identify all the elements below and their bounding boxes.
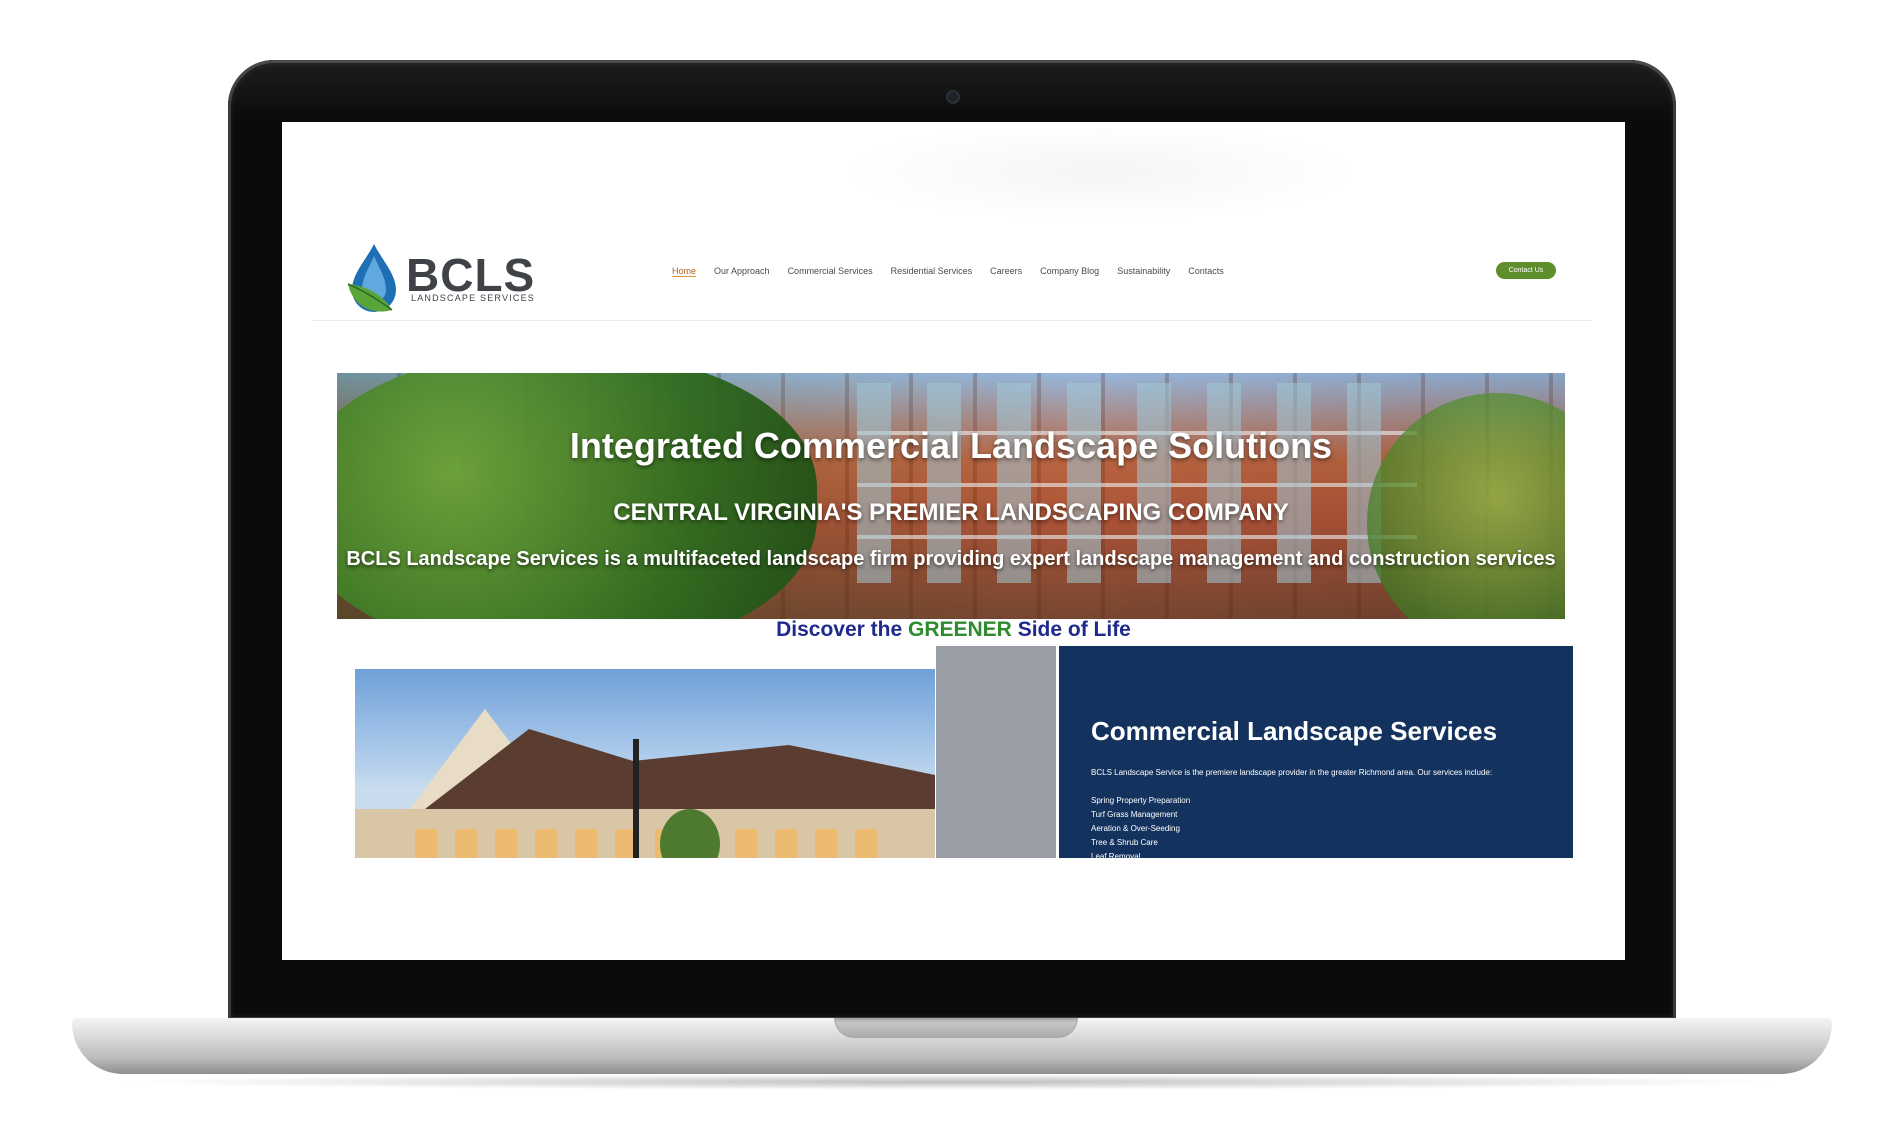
main-nav: Home Our Approach Commercial Services Re…	[672, 266, 1224, 277]
services-title: Commercial Landscape Services	[1091, 716, 1498, 746]
list-item: Aeration & Over-Seeding	[1091, 824, 1180, 833]
list-item: Turf Grass Management	[1091, 810, 1178, 819]
logo-tagline: LANDSCAPE SERVICES	[411, 293, 535, 303]
commercial-services-panel: Commercial Landscape Services BCLS Lands…	[1059, 646, 1573, 870]
screen-bottom-blank	[282, 858, 1625, 960]
screen-glare	[842, 122, 1362, 222]
laptop-notch	[834, 1018, 1078, 1038]
nav-item-contacts[interactable]: Contacts	[1188, 266, 1224, 277]
nav-item-home[interactable]: Home	[672, 266, 697, 277]
grey-accent-panel	[936, 646, 1056, 870]
nav-item-residential-services[interactable]: Residential Services	[891, 266, 973, 277]
services-intro: BCLS Landscape Service is the premiere l…	[1091, 768, 1493, 777]
camera-icon	[948, 92, 958, 102]
hero-banner: Integrated Commercial Landscape Solution…	[337, 373, 1565, 619]
tagline: Discover the GREENER Side of Life	[282, 618, 1625, 642]
list-item: Spring Property Preparation	[1091, 796, 1191, 805]
nav-item-our-approach[interactable]: Our Approach	[714, 266, 770, 277]
nav-item-commercial-services[interactable]: Commercial Services	[788, 266, 873, 277]
nav-item-careers[interactable]: Careers	[990, 266, 1022, 277]
tagline-highlight: GREENER	[908, 618, 1012, 641]
hero-subtitle: CENTRAL VIRGINIA'S PREMIER LANDSCAPING C…	[613, 499, 1289, 526]
nav-item-company-blog[interactable]: Company Blog	[1040, 266, 1099, 277]
laptop-shadow	[110, 1074, 1790, 1090]
list-item: Tree & Shrub Care	[1091, 838, 1158, 847]
house-photo	[355, 669, 935, 869]
header-divider	[312, 320, 1592, 321]
tagline-after: Side of Life	[1011, 618, 1131, 641]
nav-item-sustainability[interactable]: Sustainability	[1117, 266, 1170, 277]
contact-us-button[interactable]: Contact Us	[1496, 262, 1556, 279]
tagline-before: Discover the	[776, 618, 908, 641]
hero-description: BCLS Landscape Services is a multifacete…	[346, 548, 1556, 570]
lamppost	[633, 739, 639, 869]
services-list: Spring Property Preparation Turf Grass M…	[1091, 794, 1190, 864]
hero-title: Integrated Commercial Landscape Solution…	[569, 425, 1333, 466]
hero-trees-left	[337, 373, 817, 619]
laptop-screen: BCLS LANDSCAPE SERVICES Home Our Approac…	[282, 122, 1625, 960]
